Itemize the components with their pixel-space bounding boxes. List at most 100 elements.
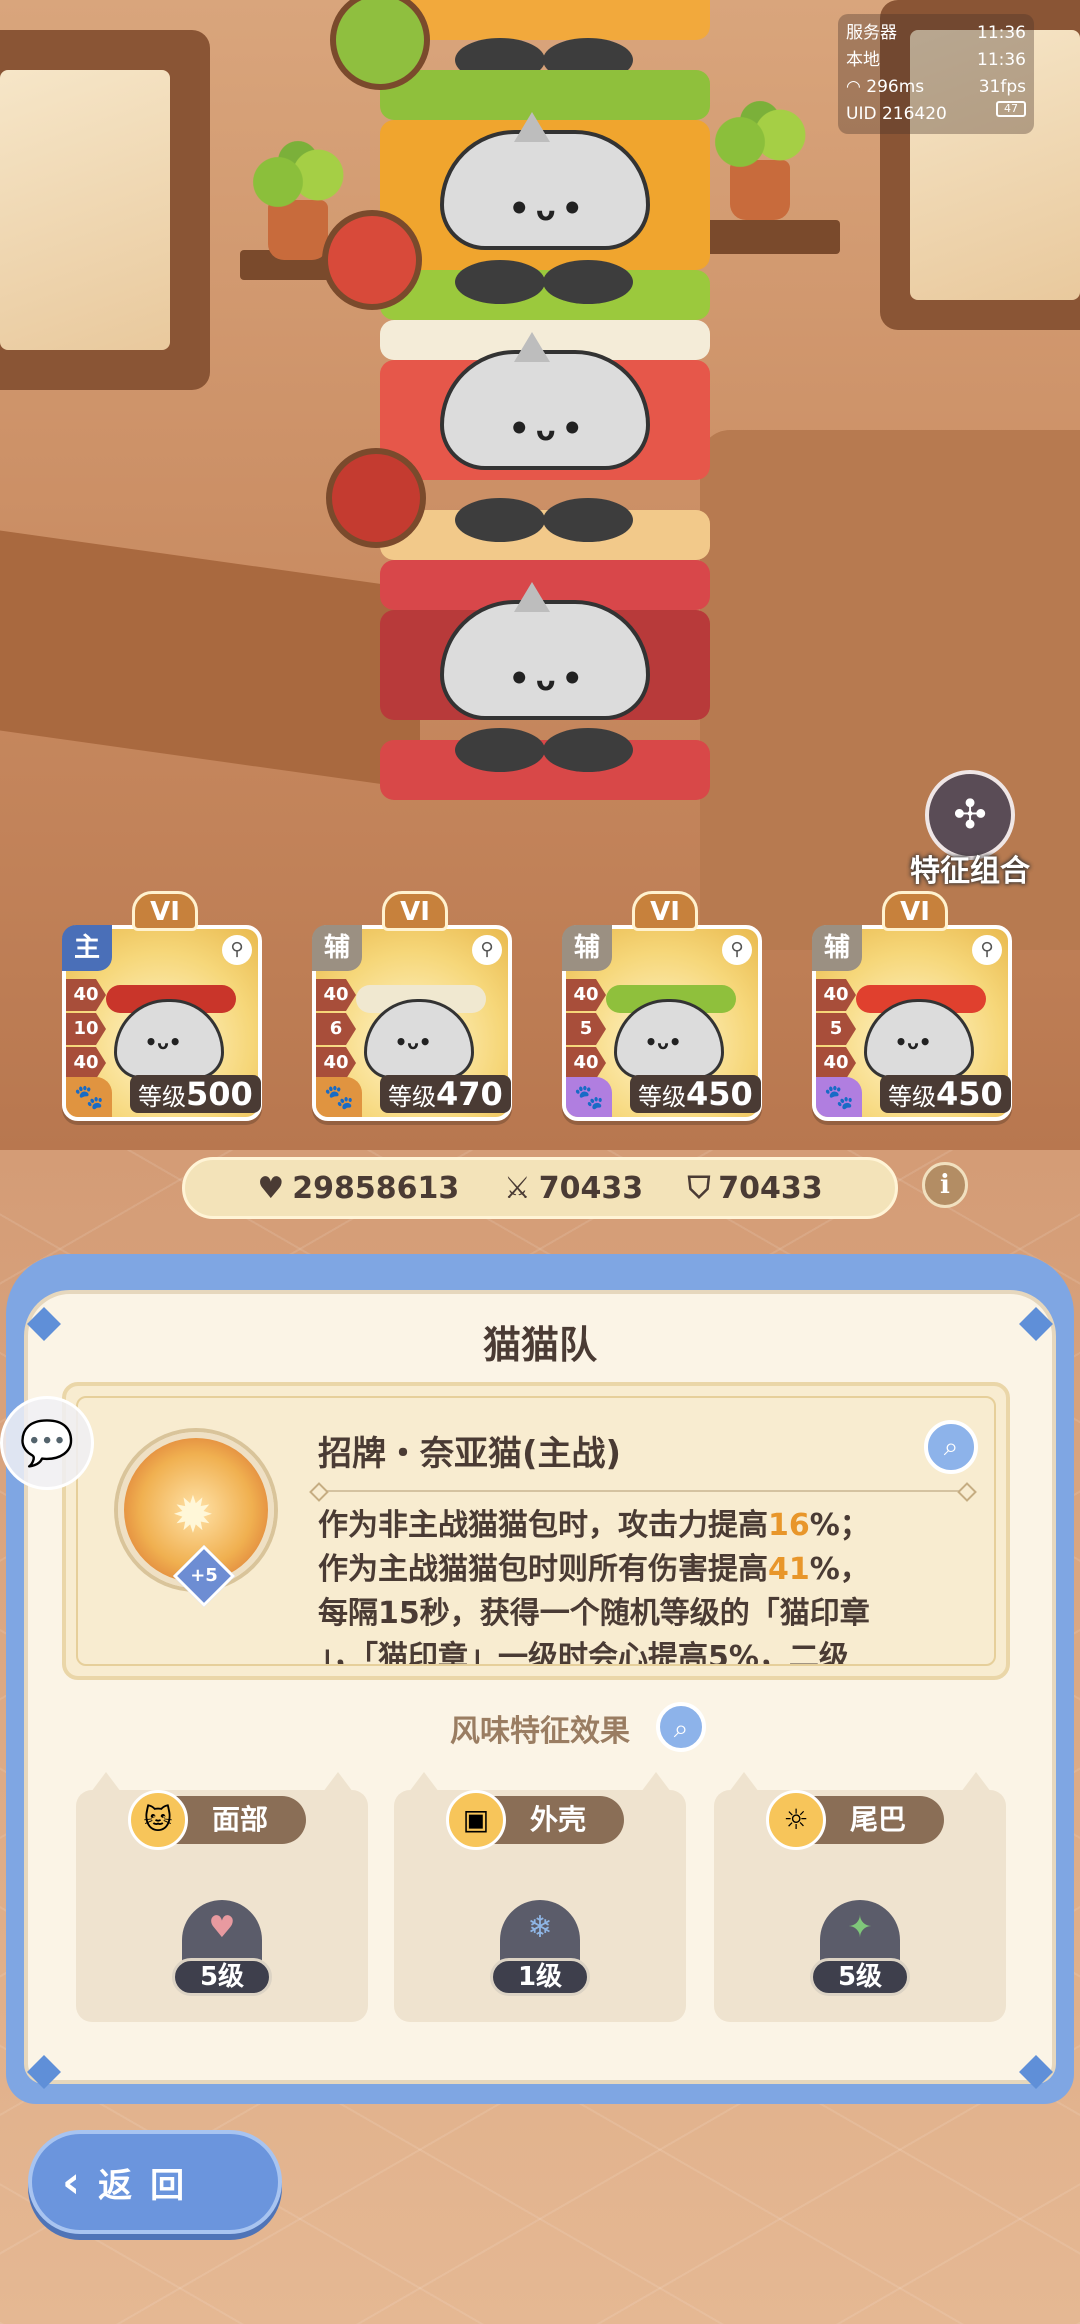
tail-icon: ☼ [766, 1790, 826, 1850]
card-level: 等级450 [880, 1075, 1011, 1113]
cat-sandwich-tower: •ᴗ• •ᴗ• •ᴗ• •ᴗ• [380, 0, 710, 810]
skill-name: 招牌・奈亚猫(主战) [318, 1434, 622, 1474]
left-window [0, 30, 210, 390]
role-badge-sub: 辅 [312, 925, 362, 971]
stat-value: 40 [316, 1047, 356, 1079]
back-arrow-icon: ‹ [62, 2156, 81, 2208]
card-stats: 40 5 40 [566, 979, 606, 1081]
stat-value: 6 [316, 1013, 356, 1045]
stat-value: 10 [66, 1013, 106, 1045]
attack-stat: ⚔ 70433 [504, 1171, 643, 1206]
info-icon[interactable]: i [922, 1162, 968, 1208]
flavor-zoom-icon[interactable]: ⌕ [656, 1702, 706, 1752]
trait-combo-label: 特征组合 [910, 854, 1030, 889]
stat-value: 40 [816, 1047, 856, 1079]
local-time-label: 本地 [846, 50, 880, 70]
server-time-label: 服务器 [846, 23, 897, 43]
lock-icon[interactable]: ⚲ [222, 935, 252, 965]
team-card-2[interactable]: VI 辅 ⚲ 40 6 40 •ᴗ• 🐾 等级470 [312, 891, 512, 1121]
skill-zoom-icon[interactable]: ⌕ [924, 1420, 978, 1474]
crossed-swords-icon: ⚔ [503, 1170, 531, 1206]
shell-icon: ▣ [446, 1790, 506, 1850]
cat-paws [455, 728, 635, 772]
team-card-4[interactable]: VI 辅 ⚲ 40 5 40 •ᴗ• 🐾 等级450 [812, 891, 1012, 1121]
flame-cat-icon: ✹ [172, 1486, 214, 1544]
stat-value: 40 [66, 979, 106, 1011]
stat-value: 40 [316, 979, 356, 1011]
battery-icon: 47 [996, 101, 1026, 117]
card-stats: 40 6 40 [316, 979, 356, 1081]
role-badge-sub: 辅 [562, 925, 612, 971]
role-badge-main: 主 [62, 925, 112, 971]
cat-paws [455, 260, 635, 304]
card-level: 等级470 [380, 1075, 511, 1113]
right-shelf [690, 220, 840, 254]
trait-level: 5级 [172, 1958, 272, 1996]
steak-skewer-icon [326, 448, 426, 548]
skill-description: 作为非主战猫猫包时，攻击力提高16%； 作为主战猫猫包时则所有伤害提高41%， … [318, 1508, 870, 1664]
ping-value: 296ms [866, 77, 925, 97]
stat-value: 40 [566, 979, 606, 1011]
cat-body: •ᴗ• [440, 112, 650, 250]
lock-icon[interactable]: ⚲ [972, 935, 1002, 965]
local-time-value: 11:36 [977, 50, 1026, 70]
team-card-row: VI 主 ⚲ 40 10 40 •ᴗ• 🐾 等级500 VI 辅 ⚲ 40 6 … [62, 891, 1022, 1125]
defense-stat: ⛉ 70433 [688, 1171, 823, 1206]
hp-value: 29858613 [292, 1170, 460, 1206]
potted-plant-left [248, 140, 348, 260]
stat-value: 40 [66, 1047, 106, 1079]
stat-value: 40 [816, 979, 856, 1011]
grade-badge: VI [632, 891, 698, 931]
panel-title: 猫猫队 [482, 1323, 597, 1367]
paw-type-icon: 🐾 [816, 1077, 862, 1117]
trait-card-shell[interactable]: 外壳 ▣ ❄ 1级 [394, 1772, 686, 2022]
paw-type-icon: 🐾 [316, 1077, 362, 1117]
trait-combo-button[interactable]: ✣ 特征组合 [890, 770, 1050, 889]
card-stats: 40 5 40 [816, 979, 856, 1081]
paw-type-icon: 🐾 [566, 1077, 612, 1117]
card-stats: 40 10 40 [66, 979, 106, 1081]
skill-description-box: ✹ +5 招牌・奈亚猫(主战) ⌕ 作为非主战猫猫包时，攻击力提高16%； 作为… [62, 1382, 1010, 1680]
stat-value: 5 [816, 1013, 856, 1045]
uid-value: UID 216420 [846, 104, 947, 124]
paw-type-icon: 🐾 [66, 1077, 112, 1117]
shield-icon: ⛉ [687, 1170, 711, 1206]
potted-plant-right [710, 100, 810, 220]
cat-paws [455, 498, 635, 542]
stat-value: 5 [566, 1013, 606, 1045]
card-level: 等级500 [130, 1075, 261, 1113]
network-status-overlay: 服务器 11:36 本地 11:36 ◠ 296ms 31fps UID 216… [838, 14, 1034, 134]
trait-level: 5级 [810, 1958, 910, 1996]
sausage-skewer-icon [322, 210, 422, 310]
grade-badge: VI [882, 891, 948, 931]
skill-avatar[interactable]: ✹ +5 [118, 1432, 274, 1608]
grade-badge: VI [382, 891, 448, 931]
fps-value: 31fps [978, 77, 1026, 97]
cat-body: •ᴗ• [440, 582, 650, 720]
role-badge-sub: 辅 [812, 925, 862, 971]
team-stat-bar: ♥ 29858613 ⚔ 70433 ⛉ 70433 [182, 1157, 898, 1219]
cat-body: •ᴗ• [440, 332, 650, 470]
back-button[interactable]: ‹ 返回 [28, 2130, 282, 2234]
chat-icon[interactable]: 💬 [0, 1396, 94, 1490]
attack-value: 70433 [538, 1170, 644, 1206]
back-button-label: 返回 [98, 2165, 203, 2206]
cat-face-icon: 🐱 [128, 1790, 188, 1850]
grade-badge: VI [132, 891, 198, 931]
wifi-icon: ◠ [846, 77, 861, 97]
team-card-1[interactable]: VI 主 ⚲ 40 10 40 •ᴗ• 🐾 等级500 [62, 891, 262, 1121]
heart-icon: ♥ [257, 1170, 285, 1206]
divider [318, 1490, 968, 1492]
lock-icon[interactable]: ⚲ [472, 935, 502, 965]
hp-stat: ♥ 29858613 [257, 1171, 459, 1206]
stat-value: 40 [566, 1047, 606, 1079]
trait-card-face[interactable]: 面部 🐱 ♥ 5级 [76, 1772, 368, 2022]
trait-level: 1级 [490, 1958, 590, 1996]
flavor-trait-heading: 风味特征效果 [450, 1714, 630, 1749]
team-card-3[interactable]: VI 辅 ⚲ 40 5 40 •ᴗ• 🐾 等级450 [562, 891, 762, 1121]
trait-card-tail[interactable]: 尾巴 ☼ ✦ 5级 [714, 1772, 1006, 2022]
defense-value: 70433 [718, 1170, 823, 1206]
lock-icon[interactable]: ⚲ [722, 935, 752, 965]
server-time-value: 11:36 [977, 23, 1026, 43]
card-level: 等级450 [630, 1075, 761, 1113]
